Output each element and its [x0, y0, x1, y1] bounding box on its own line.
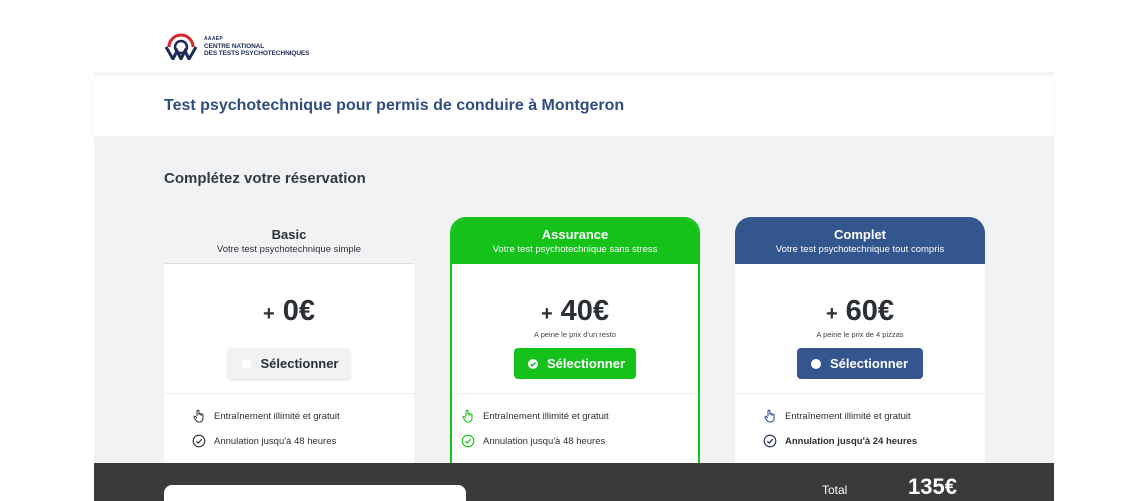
- price-plus: +: [825, 303, 838, 325]
- plan-header: Assurance Votre test psychotechnique san…: [452, 219, 698, 264]
- section-title: Complétez votre réservation: [164, 170, 366, 187]
- hand-pointer-icon: [462, 409, 473, 423]
- page: AAAEP CENTRE NATIONAL DES TESTS PSYCHOTE…: [0, 0, 1148, 501]
- plan-subtitle: Votre test psychotechnique simple: [216, 244, 362, 255]
- plan-name: Basic: [271, 227, 307, 242]
- price-plus: +: [263, 303, 275, 325]
- price-value: 40€: [560, 295, 610, 327]
- feature-item: Entraînement illimité et gratuit: [763, 409, 911, 423]
- hand-pointer-icon: [764, 409, 775, 423]
- feature-item: Entraînement illimité et gratuit: [192, 409, 340, 423]
- plan-header: Basic Votre test psychotechnique simple: [164, 217, 414, 264]
- price-note: A peine le prix de 4 pizzas: [816, 330, 904, 339]
- feature-text: Entraînement illimité et gratuit: [214, 410, 340, 422]
- plan-card-basic: Basic Votre test psychotechnique simple …: [164, 217, 414, 477]
- feature-item: Annulation jusqu'à 48 heures: [192, 434, 336, 448]
- select-button-basic[interactable]: Sélectionner: [227, 348, 351, 379]
- check-circle-icon: [528, 358, 538, 369]
- price-value: 60€: [845, 295, 895, 327]
- plan-card-complet: Complet Votre test psychotechnique tout …: [735, 217, 985, 477]
- plan-header: Complet Votre test psychotechnique tout …: [735, 217, 985, 264]
- card-divider: [452, 393, 698, 394]
- select-button-label: Sélectionner: [547, 356, 626, 371]
- price-value: 0€: [282, 295, 315, 327]
- page-title: Test psychotechnique pour permis de cond…: [164, 97, 625, 114]
- check-circle-icon: [763, 434, 777, 448]
- plan-subtitle: Votre test psychotechnique tout compris: [775, 244, 945, 255]
- plan-subtitle: Votre test psychotechnique sans stress: [492, 244, 658, 255]
- feature-text: Entraînement illimité et gratuit: [785, 410, 911, 422]
- price-plus: +: [540, 303, 553, 325]
- plan-price: + 60€: [735, 295, 985, 328]
- logo-acronym: AAAEP: [204, 35, 224, 42]
- check-circle-icon: [461, 434, 475, 448]
- logo-line-1: CENTRE NATIONAL: [204, 42, 265, 50]
- plan-name: Complet: [834, 227, 886, 242]
- logo-text: AAAEP CENTRE NATIONAL DES TESTS PSYCHOTE…: [204, 36, 309, 57]
- feature-item: Annulation jusqu'à 24 heures: [763, 434, 917, 448]
- plan-card-assurance: Assurance Votre test psychotechnique san…: [450, 217, 700, 477]
- plan-price: + 40€: [452, 295, 698, 328]
- feature-text: Annulation jusqu'à 48 heures: [483, 435, 606, 447]
- feature-item: Annulation jusqu'à 48 heures: [461, 434, 605, 448]
- card-divider: [735, 393, 985, 394]
- plan-price: + 0€: [164, 295, 414, 328]
- check-circle-icon: [192, 434, 206, 448]
- select-button-assurance[interactable]: Sélectionner: [514, 348, 636, 379]
- feature-item: Entraînement illimité et gratuit: [461, 409, 609, 423]
- total-value: 135€: [908, 474, 957, 499]
- feature-text: Entraînement illimité et gratuit: [483, 410, 609, 422]
- price-note: A peine le prix d'un resto: [534, 330, 616, 339]
- hand-pointer-icon: [193, 409, 204, 423]
- aaaep-logo-icon: [164, 33, 198, 60]
- plan-name: Assurance: [541, 227, 609, 242]
- feature-text: Annulation jusqu'à 48 heures: [214, 435, 337, 447]
- site-logo[interactable]: AAAEP CENTRE NATIONAL DES TESTS PSYCHOTE…: [164, 32, 309, 60]
- total-bar: Total 135€: [94, 463, 1054, 501]
- radio-icon: [811, 358, 821, 369]
- total-label: Total: [822, 483, 848, 497]
- select-button-label: Sélectionner: [260, 356, 339, 371]
- select-button-complet[interactable]: Sélectionner: [797, 348, 923, 379]
- promo-code-input[interactable]: [164, 485, 466, 501]
- booking-section: Complétez votre réservation Basic Votre …: [94, 136, 1054, 477]
- select-button-label: Sélectionner: [830, 356, 909, 371]
- radio-icon: [241, 358, 252, 369]
- feature-text: Annulation jusqu'à 24 heures: [785, 435, 918, 447]
- card-divider: [164, 393, 414, 394]
- title-bar: Test psychotechnique pour permis de cond…: [94, 76, 1054, 136]
- logo-line-2: DES TESTS PSYCHOTECHNIQUES: [204, 49, 310, 57]
